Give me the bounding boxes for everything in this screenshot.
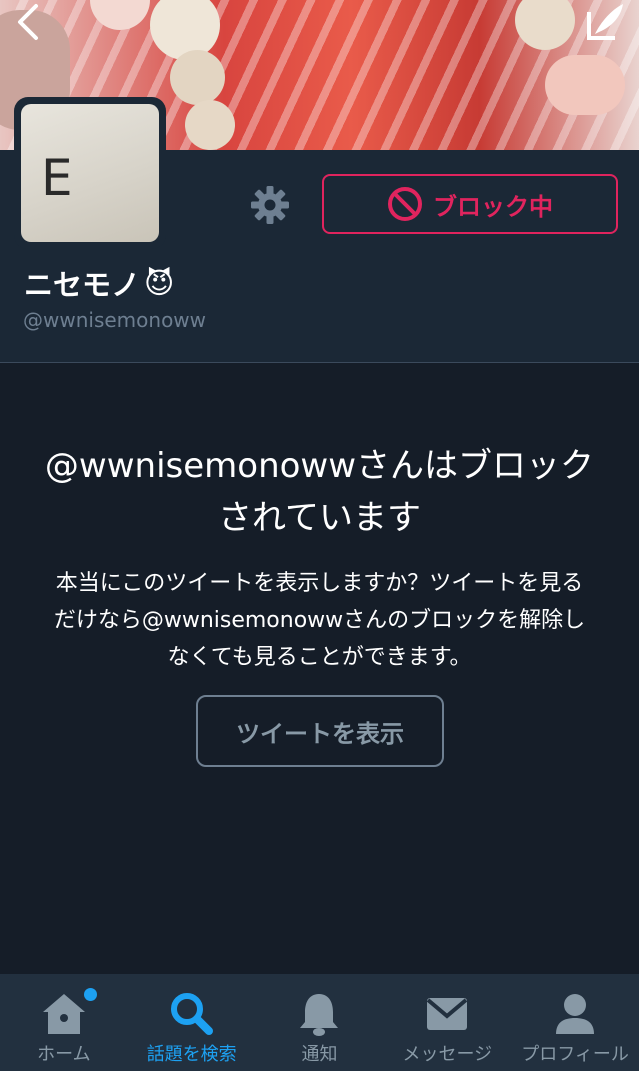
blocked-notice-description: 本当にこのツイートを表示しますか？ツイートを見るだけなら@wwnisemonow… bbox=[53, 571, 586, 670]
avatar-letter: E bbox=[41, 149, 73, 207]
compose-tweet-button[interactable] bbox=[585, 2, 625, 42]
settings-button[interactable] bbox=[248, 183, 292, 227]
tab-notifications-label: 通知 bbox=[301, 1044, 338, 1065]
tab-notifications[interactable]: 通知 bbox=[256, 974, 384, 1071]
feather-compose-icon bbox=[587, 4, 623, 40]
user-handle: @wwnisemonoww bbox=[23, 308, 207, 332]
tab-profile[interactable]: プロフィール bbox=[511, 974, 639, 1071]
chevron-left-icon bbox=[18, 4, 38, 40]
tab-messages[interactable]: メッセージ bbox=[383, 974, 511, 1071]
home-badge-dot bbox=[84, 988, 97, 1001]
tab-home[interactable]: ホーム bbox=[0, 974, 128, 1071]
search-icon bbox=[170, 993, 213, 1035]
display-name-text: ニセモノ bbox=[24, 268, 141, 302]
blocked-toggle-button[interactable]: ブロック中 bbox=[322, 174, 618, 234]
block-icon bbox=[388, 187, 422, 221]
show-tweets-label: ツイートを表示 bbox=[236, 719, 404, 748]
home-icon bbox=[42, 994, 85, 1034]
bell-icon bbox=[300, 994, 339, 1036]
avatar[interactable]: E bbox=[14, 97, 166, 249]
back-button[interactable] bbox=[10, 2, 46, 42]
person-icon bbox=[556, 994, 595, 1034]
block-button-label: ブロック中 bbox=[433, 192, 553, 221]
blocked-notice-title: @wwnisemonowwさんはブロックされています bbox=[44, 446, 595, 538]
tab-home-label: ホーム bbox=[37, 1044, 91, 1065]
avatar-image: E bbox=[21, 104, 159, 242]
bottom-tab-bar: ホーム 話題を検索 通知 メッセージ プロフィール bbox=[0, 974, 639, 1071]
tab-messages-label: メッセージ bbox=[402, 1044, 493, 1065]
gear-icon bbox=[251, 186, 289, 224]
show-tweets-button[interactable]: ツイートを表示 bbox=[196, 695, 444, 767]
tab-search[interactable]: 話題を検索 bbox=[128, 974, 256, 1071]
devil-emoji: 😈 bbox=[144, 266, 175, 300]
display-name: ニセモノ 😈 bbox=[24, 262, 174, 304]
envelope-icon bbox=[426, 998, 468, 1030]
tab-search-label: 話題を検索 bbox=[146, 1044, 237, 1065]
tab-profile-label: プロフィール bbox=[521, 1044, 629, 1065]
